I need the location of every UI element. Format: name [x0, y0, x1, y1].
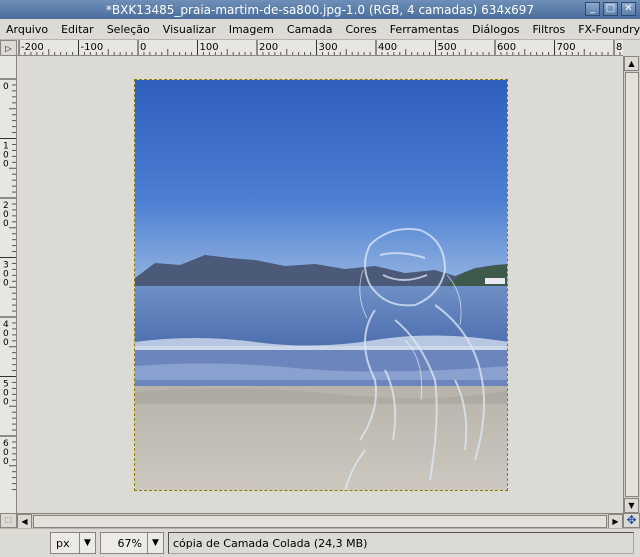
- scroll-up-button[interactable]: ▲: [624, 56, 639, 71]
- scroll-left-button[interactable]: ◀: [17, 514, 32, 529]
- ruler-label: 0: [3, 219, 9, 229]
- ruler-corner-icon[interactable]: ▷: [0, 40, 17, 56]
- menu-bar: Arquivo Editar Seleção Visualizar Imagem…: [0, 19, 640, 40]
- ruler-label: 0: [140, 42, 146, 53]
- horizontal-scroll-thumb[interactable]: [33, 515, 607, 528]
- chevron-down-icon[interactable]: ▼: [79, 533, 95, 553]
- ruler-label: -100: [81, 42, 104, 53]
- ruler-label: 500: [438, 42, 457, 53]
- vertical-ruler[interactable]: 0100200300400500600: [0, 56, 17, 513]
- ruler-label: 400: [378, 42, 397, 53]
- status-bar: px ▼ 67% ▼ cópia de Camada Colada (24,3 …: [0, 528, 640, 557]
- quick-mask-icon[interactable]: ⬚: [0, 513, 17, 528]
- ruler-label: 0: [3, 160, 9, 170]
- ruler-label: 600: [497, 42, 516, 53]
- menu-selecao[interactable]: Seleção: [107, 23, 150, 36]
- image-canvas[interactable]: [134, 79, 508, 491]
- menu-editar[interactable]: Editar: [61, 23, 94, 36]
- horizontal-ruler-row: ▷ -200 -100 0 100 200 300 400 500 600 700 800: [0, 40, 640, 56]
- unit-value: px: [56, 536, 70, 550]
- menu-camada[interactable]: Camada: [287, 23, 333, 36]
- horizontal-ruler-ticks: -200 -100 0 100 200 300 400 500 600 700 800: [18, 40, 623, 55]
- menu-ferramentas[interactable]: Ferramentas: [390, 23, 459, 36]
- vertical-scroll-thumb[interactable]: [625, 72, 639, 497]
- menu-imagem[interactable]: Imagem: [229, 23, 274, 36]
- menu-visualizar[interactable]: Visualizar: [163, 23, 216, 36]
- status-message: cópia de Camada Colada (24,3 MB): [168, 532, 634, 554]
- ruler-label: 100: [200, 42, 219, 53]
- title-bar: *BXK13485_praia-martim-de-sa800.jpg-1.0 …: [0, 0, 640, 19]
- ruler-label: 800: [616, 42, 623, 53]
- close-button[interactable]: ✕: [621, 2, 636, 16]
- navigate-icon[interactable]: ✥: [623, 513, 640, 528]
- menu-filtros[interactable]: Filtros: [533, 23, 566, 36]
- window-title: *BXK13485_praia-martim-de-sa800.jpg-1.0 …: [105, 2, 535, 17]
- ruler-label: 0: [3, 82, 9, 92]
- minimize-button[interactable]: _: [585, 2, 600, 16]
- ruler-label: 700: [557, 42, 576, 53]
- menu-dialogos[interactable]: Diálogos: [472, 23, 520, 36]
- unit-selector[interactable]: px ▼: [50, 532, 96, 554]
- menu-cores[interactable]: Cores: [346, 23, 377, 36]
- menu-fx-foundry[interactable]: FX-Foundry: [578, 23, 640, 36]
- ruler-label: 0: [3, 398, 9, 408]
- ruler-label: 0: [3, 338, 9, 348]
- canvas-area[interactable]: [17, 56, 623, 513]
- horizontal-ruler[interactable]: -200 -100 0 100 200 300 400 500 600 700 800: [17, 40, 623, 56]
- vertical-scrollbar[interactable]: ▲ ▼: [623, 56, 640, 513]
- scroll-right-button[interactable]: ▶: [608, 514, 623, 529]
- menu-arquivo[interactable]: Arquivo: [6, 23, 48, 36]
- zoom-selector[interactable]: 67% ▼: [100, 532, 164, 554]
- ruler-label: -200: [21, 42, 44, 53]
- ruler-label: 300: [319, 42, 338, 53]
- window-controls: _ □ ✕: [585, 2, 636, 16]
- beach-photo: [135, 80, 507, 490]
- scroll-down-button[interactable]: ▼: [624, 498, 639, 513]
- zoom-value: 67%: [117, 536, 142, 550]
- maximize-button[interactable]: □: [603, 2, 618, 16]
- ruler-label: 0: [3, 279, 9, 289]
- ruler-label: 0: [3, 457, 9, 467]
- horizontal-scrollbar[interactable]: ◀ ▶: [17, 513, 623, 529]
- ruler-label: 200: [259, 42, 278, 53]
- vertical-ruler-ticks: 0100200300400500600: [0, 78, 16, 491]
- chevron-down-icon[interactable]: ▼: [147, 533, 163, 553]
